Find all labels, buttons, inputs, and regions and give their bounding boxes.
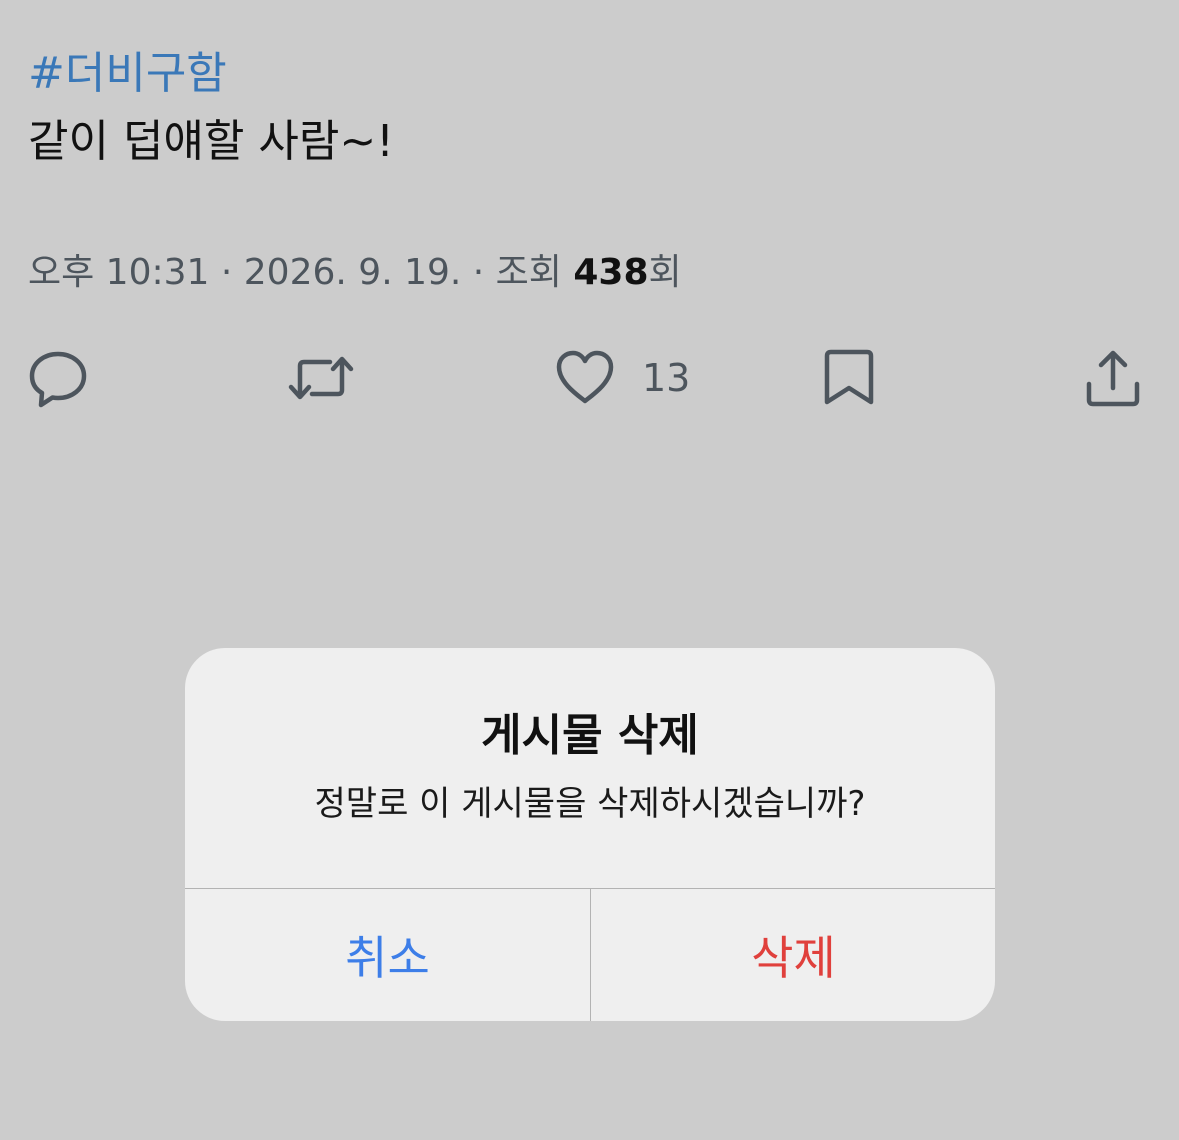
cancel-button[interactable]: 취소 (185, 889, 590, 1021)
share-button[interactable] (1084, 336, 1142, 420)
like-count: 13 (642, 356, 691, 400)
bookmark-button[interactable] (822, 336, 876, 420)
post-date: 2026. 9. 19. (243, 252, 462, 293)
post-content: #더비구함 같이 덥얘할 사람~! (28, 40, 1148, 176)
reply-icon (29, 351, 87, 408)
bookmark-icon (824, 349, 874, 405)
delete-button[interactable]: 삭제 (591, 889, 995, 1021)
retweet-icon (288, 356, 354, 400)
retweet-button[interactable] (288, 336, 354, 420)
share-icon (1086, 350, 1140, 407)
post-meta: 오후 10:31 · 2026. 9. 19. · 조회 438회 (28, 248, 682, 298)
hashtag-link[interactable]: #더비구함 (28, 40, 1148, 108)
dialog-title: 게시물 삭제 (481, 710, 699, 761)
meta-separator: · (209, 252, 244, 293)
views-label: 조회 (495, 252, 574, 293)
post-text: 같이 덥얘할 사람~! (28, 116, 394, 167)
delete-post-dialog: 게시물 삭제 정말로 이 게시물을 삭제하시겠습니까? 취소 삭제 (185, 648, 995, 1021)
post-time: 오후 10:31 (28, 252, 210, 293)
views-count: 438 (573, 252, 649, 293)
dialog-message: 정말로 이 게시물을 삭제하시겠습니까? (314, 784, 866, 824)
heart-icon (556, 350, 614, 404)
reply-button[interactable] (28, 336, 88, 420)
views-suffix: 회 (648, 252, 682, 293)
action-bar: 13 (0, 336, 1179, 420)
like-button[interactable]: 13 (554, 336, 690, 420)
meta-separator: · (461, 252, 496, 293)
